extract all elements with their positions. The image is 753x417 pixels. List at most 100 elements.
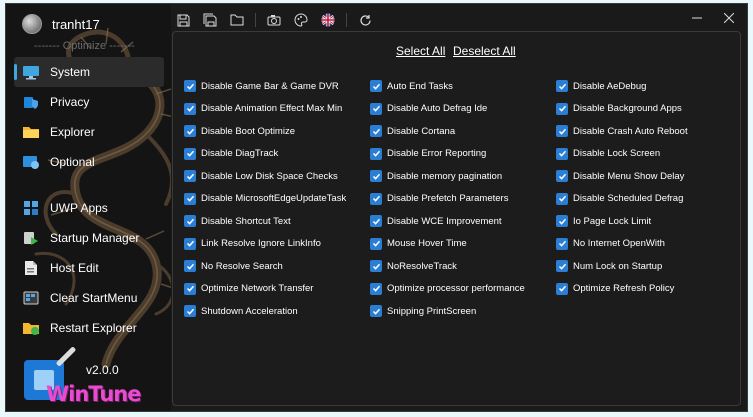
option-io-page-lock-limit[interactable]: Io Page Lock Limit <box>556 210 688 233</box>
checkbox-checked-icon[interactable] <box>556 80 568 93</box>
option-disable-animation-effect-max-min[interactable]: Disable Animation Effect Max Min <box>184 98 346 121</box>
checkbox-checked-icon[interactable] <box>184 237 196 250</box>
option-label: No Internet OpenWith <box>573 238 665 250</box>
checkbox-checked-icon[interactable] <box>184 125 196 138</box>
option-disable-aedebug[interactable]: Disable AeDebug <box>556 75 688 98</box>
option-no-resolve-search[interactable]: No Resolve Search <box>184 255 346 278</box>
sidebar-item-explorer[interactable]: Explorer <box>14 117 164 147</box>
option-disable-game-bar-game-dvr[interactable]: Disable Game Bar & Game DVR <box>184 75 346 98</box>
option-disable-menu-show-delay[interactable]: Disable Menu Show Delay <box>556 165 688 188</box>
checkbox-checked-icon[interactable] <box>184 282 196 295</box>
sidebar-item-label: Restart Explorer <box>50 321 137 335</box>
option-optimize-refresh-policy[interactable]: Optimize Refresh Policy <box>556 278 688 301</box>
option-shutdown-acceleration[interactable]: Shutdown Acceleration <box>184 300 346 323</box>
refresh-button[interactable] <box>356 11 374 29</box>
sidebar-item-system[interactable]: System <box>14 57 164 87</box>
palette-icon <box>294 13 308 27</box>
option-noresolvetrack[interactable]: NoResolveTrack <box>370 255 525 278</box>
checkbox-checked-icon[interactable] <box>370 260 382 273</box>
save-button[interactable] <box>174 11 192 29</box>
option-optimize-network-transfer[interactable]: Optimize Network Transfer <box>184 278 346 301</box>
checkbox-checked-icon[interactable] <box>370 305 382 318</box>
checkbox-checked-icon[interactable] <box>184 170 196 183</box>
option-label: Optimize Network Transfer <box>201 283 314 295</box>
save-all-button[interactable] <box>201 11 219 29</box>
screenshot-button[interactable] <box>265 11 283 29</box>
checkbox-checked-icon[interactable] <box>184 192 196 205</box>
sidebar-item-label: Privacy <box>50 95 90 109</box>
options-panel: Select All Deselect All Disable Game Bar… <box>172 31 741 406</box>
sidebar-item-uwp-apps[interactable]: UWP Apps <box>14 193 164 223</box>
close-button[interactable] <box>718 9 740 27</box>
sidebar-item-restart-explorer[interactable]: Restart Explorer <box>14 313 164 343</box>
option-disable-scheduled-defrag[interactable]: Disable Scheduled Defrag <box>556 188 688 211</box>
option-disable-crash-auto-reboot[interactable]: Disable Crash Auto Reboot <box>556 120 688 143</box>
option-auto-end-tasks[interactable]: Auto End Tasks <box>370 75 525 98</box>
minimize-button[interactable] <box>686 9 708 27</box>
checkbox-checked-icon[interactable] <box>556 147 568 160</box>
option-label: NoResolveTrack <box>387 260 457 272</box>
checkbox-checked-icon[interactable] <box>556 125 568 138</box>
checkbox-checked-icon[interactable] <box>370 215 382 228</box>
checkbox-checked-icon[interactable] <box>184 80 196 93</box>
checkbox-checked-icon[interactable] <box>370 147 382 160</box>
checkbox-checked-icon[interactable] <box>184 215 196 228</box>
option-label: Io Page Lock Limit <box>573 215 652 227</box>
checkbox-checked-icon[interactable] <box>370 170 382 183</box>
option-num-lock-on-startup[interactable]: Num Lock on Startup <box>556 255 688 278</box>
checkbox-checked-icon[interactable] <box>556 215 568 228</box>
option-disable-diagtrack[interactable]: Disable DiagTrack <box>184 143 346 166</box>
option-snipping-printscreen[interactable]: Snipping PrintScreen <box>370 300 525 323</box>
checkbox-checked-icon[interactable] <box>184 102 196 115</box>
open-folder-button[interactable] <box>228 11 246 29</box>
option-label: Disable Menu Show Delay <box>573 170 685 182</box>
select-all-link[interactable]: Select All <box>396 44 445 58</box>
option-disable-auto-defrag-ide[interactable]: Disable Auto Defrag Ide <box>370 98 525 121</box>
option-disable-lock-screen[interactable]: Disable Lock Screen <box>556 143 688 166</box>
deselect-all-link[interactable]: Deselect All <box>453 44 516 58</box>
sidebar-item-clear-startmenu[interactable]: Clear StartMenu <box>14 283 164 313</box>
checkbox-checked-icon[interactable] <box>556 260 568 273</box>
option-disable-wce-improvement[interactable]: Disable WCE Improvement <box>370 210 525 233</box>
checkbox-checked-icon[interactable] <box>556 170 568 183</box>
option-disable-cortana[interactable]: Disable Cortana <box>370 120 525 143</box>
checkbox-checked-icon[interactable] <box>184 260 196 273</box>
option-disable-microsoftedgeupdatetask[interactable]: Disable MicrosoftEdgeUpdateTask <box>184 188 346 211</box>
checkbox-checked-icon[interactable] <box>370 102 382 115</box>
checkbox-checked-icon[interactable] <box>370 80 382 93</box>
checkbox-checked-icon[interactable] <box>556 192 568 205</box>
user-profile[interactable]: tranht17 <box>22 14 100 34</box>
checkbox-checked-icon[interactable] <box>370 237 382 250</box>
option-disable-prefetch-parameters[interactable]: Disable Prefetch Parameters <box>370 188 525 211</box>
checkbox-checked-icon[interactable] <box>370 282 382 295</box>
option-mouse-hover-time[interactable]: Mouse Hover Time <box>370 233 525 256</box>
sidebar-item-optional[interactable]: Optional <box>14 147 164 177</box>
checkbox-checked-icon[interactable] <box>556 237 568 250</box>
checkbox-checked-icon[interactable] <box>556 282 568 295</box>
sidebar-item-host-edit[interactable]: Host Edit <box>14 253 164 283</box>
option-disable-shortcut-text[interactable]: Disable Shortcut Text <box>184 210 346 233</box>
option-disable-error-reporting[interactable]: Disable Error Reporting <box>370 143 525 166</box>
option-label: Disable DiagTrack <box>201 148 279 160</box>
language-button[interactable] <box>319 11 337 29</box>
option-disable-memory-pagination[interactable]: Disable memory pagination <box>370 165 525 188</box>
avatar <box>22 14 42 34</box>
optimize-section-label: ------- Optimize ------- <box>34 40 135 52</box>
checkbox-checked-icon[interactable] <box>370 125 382 138</box>
sidebar-item-startup-manager[interactable]: Startup Manager <box>14 223 164 253</box>
option-disable-low-disk-space-checks[interactable]: Disable Low Disk Space Checks <box>184 165 346 188</box>
option-link-resolve-ignore-linkinfo[interactable]: Link Resolve Ignore LinkInfo <box>184 233 346 256</box>
option-disable-background-apps[interactable]: Disable Background Apps <box>556 98 688 121</box>
sidebar-item-privacy[interactable]: Privacy <box>14 87 164 117</box>
checkbox-checked-icon[interactable] <box>184 147 196 160</box>
checkbox-checked-icon[interactable] <box>556 102 568 115</box>
option-optimize-processor-performance[interactable]: Optimize processor performance <box>370 278 525 301</box>
option-label: Disable Error Reporting <box>387 148 487 160</box>
sidebar-item-label: Clear StartMenu <box>50 291 138 305</box>
sidebar-nav: System Privacy Explorer Optional UWP App… <box>14 57 164 343</box>
checkbox-checked-icon[interactable] <box>184 305 196 318</box>
theme-button[interactable] <box>292 11 310 29</box>
option-disable-boot-optimize[interactable]: Disable Boot Optimize <box>184 120 346 143</box>
option-no-internet-openwith[interactable]: No Internet OpenWith <box>556 233 688 256</box>
checkbox-checked-icon[interactable] <box>370 192 382 205</box>
